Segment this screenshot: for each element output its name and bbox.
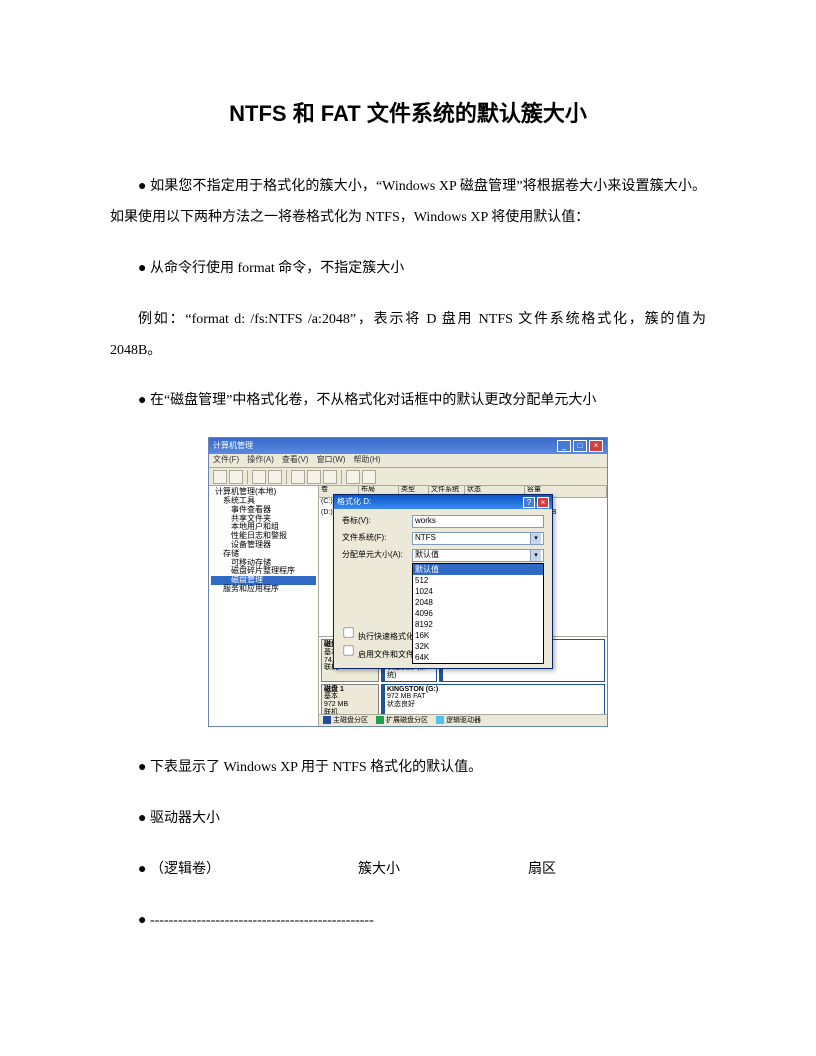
menu-item[interactable]: 窗口(W) <box>317 456 346 465</box>
toolbar-button[interactable] <box>229 470 243 484</box>
toolbar-button[interactable] <box>252 470 266 484</box>
window-titlebar: 计算机管理 _ □ × <box>209 438 607 454</box>
table-header-row: （逻辑卷） 簇大小 扇区 <box>110 855 706 886</box>
dropdown-option[interactable]: 4096 <box>413 608 543 619</box>
disk-row: 磁盘 1 基本 972 MB 联机 KINGSTON (G:) 972 MB F… <box>321 684 605 719</box>
label-allocation: 分配单元大小(A): <box>342 551 412 560</box>
column-header: （逻辑卷） <box>110 855 330 886</box>
dialog-titlebar: 格式化 D: ? × <box>334 495 552 509</box>
toolbar-button[interactable] <box>346 470 360 484</box>
window-title-text: 计算机管理 <box>213 442 253 451</box>
page-title: NTFS 和 FAT 文件系统的默认簇大小 <box>110 90 706 138</box>
label-volume: 卷标(V): <box>342 517 412 526</box>
toolbar-button[interactable] <box>291 470 305 484</box>
chevron-down-icon[interactable]: ▾ <box>530 533 541 544</box>
menu-item[interactable]: 文件(F) <box>213 456 239 465</box>
paragraph: 在“磁盘管理”中格式化卷，不从格式化对话框中的默认更改分配单元大小 <box>110 386 706 417</box>
volume-label-input[interactable]: works <box>412 515 544 528</box>
filesystem-select[interactable]: NTFS▾ <box>412 532 544 545</box>
paragraph: 例如：“format d: /fs:NTFS /a:2048”，表示将 D 盘用… <box>110 305 706 367</box>
dropdown-option[interactable]: 8192 <box>413 619 543 630</box>
toolbar-button[interactable] <box>307 470 321 484</box>
dropdown-option[interactable]: 2048 <box>413 597 543 608</box>
help-icon[interactable]: ? <box>523 497 535 508</box>
disk-label[interactable]: 磁盘 1 基本 972 MB 联机 <box>321 684 379 719</box>
toolbar <box>209 468 607 486</box>
dropdown-option[interactable]: 16K <box>413 630 543 641</box>
menu-item[interactable]: 帮助(H) <box>353 456 380 465</box>
column-header: 扇区 <box>500 855 556 886</box>
paragraph: 驱动器大小 <box>110 804 706 835</box>
divider-line: ----------------------------------------… <box>110 906 706 937</box>
menu-item[interactable]: 查看(V) <box>282 456 309 465</box>
toolbar-button[interactable] <box>362 470 376 484</box>
minimize-icon[interactable]: _ <box>557 440 571 452</box>
menubar: 文件(F) 操作(A) 查看(V) 窗口(W) 帮助(H) <box>209 454 607 468</box>
column-header: 簇大小 <box>330 855 500 886</box>
embedded-screenshot: 计算机管理 _ □ × 文件(F) 操作(A) 查看(V) 窗口(W) 帮助(H… <box>110 437 706 727</box>
maximize-icon[interactable]: □ <box>573 440 587 452</box>
label-filesystem: 文件系统(F): <box>342 534 412 543</box>
dropdown-option[interactable]: 32K <box>413 641 543 652</box>
legend: 主磁盘分区 扩展磁盘分区 逻辑驱动器 <box>319 714 607 726</box>
dropdown-option[interactable]: 64K <box>413 652 543 663</box>
partition[interactable]: KINGSTON (G:) 972 MB FAT 状态良好 <box>381 684 605 719</box>
paragraph: 下表显示了 Windows XP 用于 NTFS 格式化的默认值。 <box>110 753 706 784</box>
dropdown-option[interactable]: 默认值 <box>413 564 543 575</box>
dropdown-option[interactable]: 1024 <box>413 586 543 597</box>
paragraph: 如果您不指定用于格式化的簇大小，“Windows XP 磁盘管理”将根据卷大小来… <box>110 172 706 234</box>
tree-node[interactable]: 服务和应用程序 <box>211 585 316 594</box>
toolbar-button[interactable] <box>213 470 227 484</box>
tree-view: 计算机管理(本地) 系统工具 事件查看器 共享文件夹 本地用户和组 性能日志和警… <box>209 486 319 726</box>
tree-node[interactable]: 磁盘碎片整理程序 <box>211 567 316 576</box>
menu-item[interactable]: 操作(A) <box>247 456 274 465</box>
dialog-title-text: 格式化 D: <box>337 498 371 507</box>
close-icon[interactable]: × <box>589 440 603 452</box>
format-dialog: 格式化 D: ? × 卷标(V): works 文件系统(F): <box>333 494 553 669</box>
toolbar-button[interactable] <box>268 470 282 484</box>
toolbar-button[interactable] <box>323 470 337 484</box>
paragraph: 从命令行使用 format 命令，不指定簇大小 <box>110 254 706 285</box>
allocation-dropdown: 默认值 512 1024 2048 4096 8192 16K 32K 64K <box>412 563 544 664</box>
close-icon[interactable]: × <box>537 497 549 508</box>
chevron-down-icon[interactable]: ▾ <box>530 550 541 561</box>
dropdown-option[interactable]: 512 <box>413 575 543 586</box>
allocation-select[interactable]: 默认值▾ 默认值 512 1024 2048 4096 8192 16K 32 <box>412 549 544 562</box>
